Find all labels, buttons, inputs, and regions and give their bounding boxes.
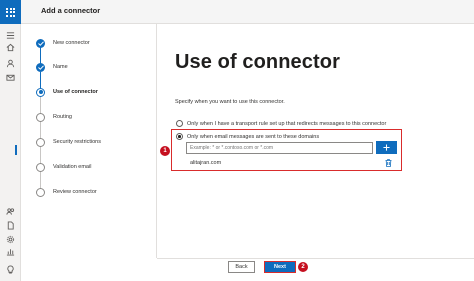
step-use-of-connector[interactable]: Use of connector — [36, 86, 98, 98]
pending-step-icon — [36, 187, 45, 197]
radio-button[interactable] — [176, 133, 183, 140]
user-icon[interactable] — [0, 56, 21, 70]
panel-divider — [156, 24, 157, 258]
option-transport-rule[interactable]: Only when I have a transport rule set up… — [176, 120, 386, 127]
option-specific-domains[interactable]: Only when email messages are sent to the… — [176, 133, 319, 140]
step-name[interactable]: Name — [36, 61, 68, 73]
page-description: Specify when you want to use this connec… — [175, 99, 285, 105]
trash-icon[interactable] — [385, 159, 392, 167]
domain-list-item: alitajran.com — [190, 160, 222, 166]
step-label: Security restrictions — [53, 139, 101, 145]
page-title: Use of connector — [175, 51, 340, 73]
pending-step-icon — [36, 112, 45, 122]
callout-badge: 1 — [160, 146, 170, 156]
document-icon[interactable] — [0, 218, 21, 232]
plus-icon — [383, 144, 390, 151]
chart-icon[interactable] — [0, 244, 21, 258]
step-routing: Routing — [36, 111, 72, 123]
step-label: Name — [53, 64, 68, 70]
footer-divider — [157, 258, 474, 259]
groups-icon[interactable] — [0, 204, 21, 218]
checkmark-icon — [36, 62, 45, 72]
mail-icon[interactable] — [0, 70, 21, 84]
step-label: New connector — [53, 40, 90, 46]
step-label: Validation email — [53, 164, 92, 170]
step-label: Routing — [53, 114, 72, 120]
app-rail — [0, 0, 21, 281]
add-domain-button[interactable] — [376, 141, 397, 154]
domain-input[interactable] — [186, 142, 373, 154]
active-nav-indicator — [15, 145, 17, 155]
step-label: Review connector — [53, 189, 97, 195]
pending-step-icon — [36, 137, 45, 147]
back-button[interactable]: Back — [228, 261, 255, 273]
step-security-restrictions: Security restrictions — [36, 136, 101, 148]
callout-badge: 2 — [298, 262, 308, 272]
radio-button[interactable] — [176, 120, 183, 127]
panel-header: Add a connector — [21, 0, 474, 24]
home-icon[interactable] — [0, 40, 21, 54]
panel-title: Add a connector — [41, 6, 101, 15]
option-label: Only when email messages are sent to the… — [187, 133, 320, 140]
app-launcher-icon[interactable] — [0, 0, 21, 24]
step-review-connector: Review connector — [36, 186, 97, 198]
next-button[interactable]: Next — [264, 261, 296, 273]
current-step-icon — [36, 87, 45, 97]
step-new-connector[interactable]: New connector — [36, 37, 90, 49]
step-label: Use of connector — [53, 89, 98, 95]
step-validation-email: Validation email — [36, 161, 91, 173]
lightbulb-icon[interactable] — [0, 262, 21, 276]
checkmark-icon — [36, 38, 45, 48]
pending-step-icon — [36, 162, 45, 172]
option-label: Only when I have a transport rule set up… — [187, 120, 387, 127]
